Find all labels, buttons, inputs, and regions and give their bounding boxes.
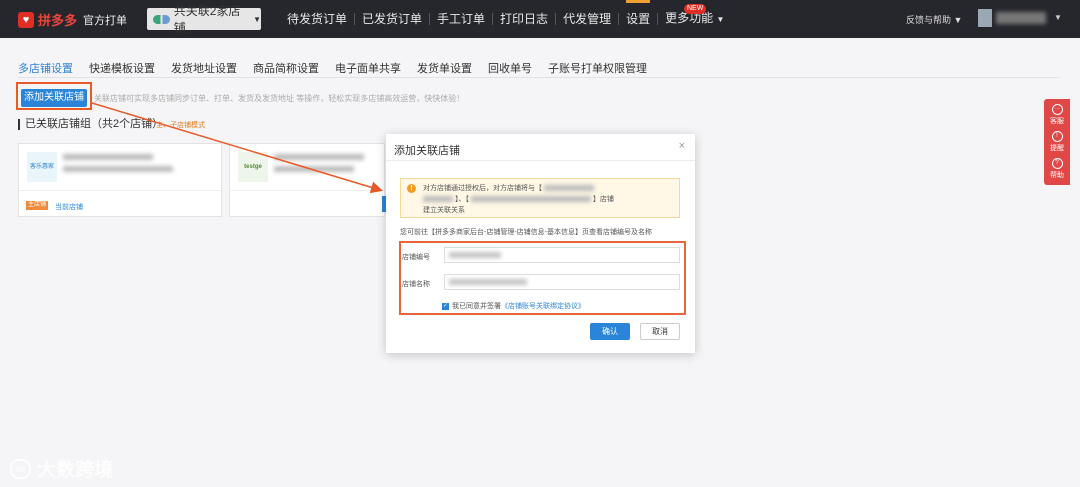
dialog-header: 添加关联店铺 × — [386, 134, 695, 161]
add-linked-shop-dialog: 添加关联店铺 × ! 对方店铺通过授权后，对方店铺将与【 】、【 】店铺 建立关… — [386, 134, 695, 353]
shop-id-value-blurred — [449, 252, 501, 258]
warning-line-3: 建立关联关系 — [423, 207, 465, 214]
agree-checkbox[interactable]: ✓ — [442, 302, 449, 310]
agree-text: 我已同意并签署 — [452, 303, 501, 310]
shop-id-input[interactable] — [444, 247, 680, 263]
shop-name-value-blurred — [449, 279, 527, 285]
floating-toolbar: ··· 客服 ! 提醒 ? 帮助 — [1044, 99, 1070, 185]
dialog-title: 添加关联店铺 — [394, 145, 460, 157]
reminder-button[interactable]: ! 提醒 — [1044, 131, 1070, 153]
watermark-logo-icon: ∞ — [10, 458, 32, 479]
help-button[interactable]: ? 帮助 — [1044, 158, 1070, 180]
watermark: ∞ 大数跨境 — [10, 455, 113, 482]
warning-line-2: 】、【 】店铺 — [423, 194, 614, 204]
shop-name-label: 店铺名称 — [402, 281, 430, 288]
chat-icon: ··· — [1051, 104, 1063, 115]
agreement-link[interactable]: 《店铺账号关联绑定协议》 — [501, 301, 585, 311]
customer-service-button[interactable]: ··· 客服 — [1044, 104, 1070, 126]
dialog-note: 您可前往【拼多多商家后台-店铺管理-店铺信息-基本信息】页查看店铺编号及名称 — [400, 229, 652, 236]
question-icon: ? — [1051, 158, 1063, 169]
cancel-button[interactable]: 取消 — [640, 323, 680, 340]
warning-notice: ! 对方店铺通过授权后，对方店铺将与【 】、【 】店铺 建立关联关系 — [400, 178, 680, 218]
shop-id-label: 店铺编号 — [402, 254, 430, 261]
warning-line-1: 对方店铺通过授权后，对方店铺将与【 — [423, 183, 594, 193]
watermark-text: 大数跨境 — [37, 460, 114, 481]
confirm-button[interactable]: 确认 — [590, 323, 630, 340]
agreement-row: ✓ 我已同意并签署 《店铺账号关联绑定协议》 — [442, 301, 585, 311]
alert-icon: ! — [1051, 131, 1063, 142]
close-icon[interactable]: × — [679, 140, 685, 152]
shop-name-input[interactable] — [444, 274, 680, 290]
warning-icon: ! — [407, 184, 416, 193]
